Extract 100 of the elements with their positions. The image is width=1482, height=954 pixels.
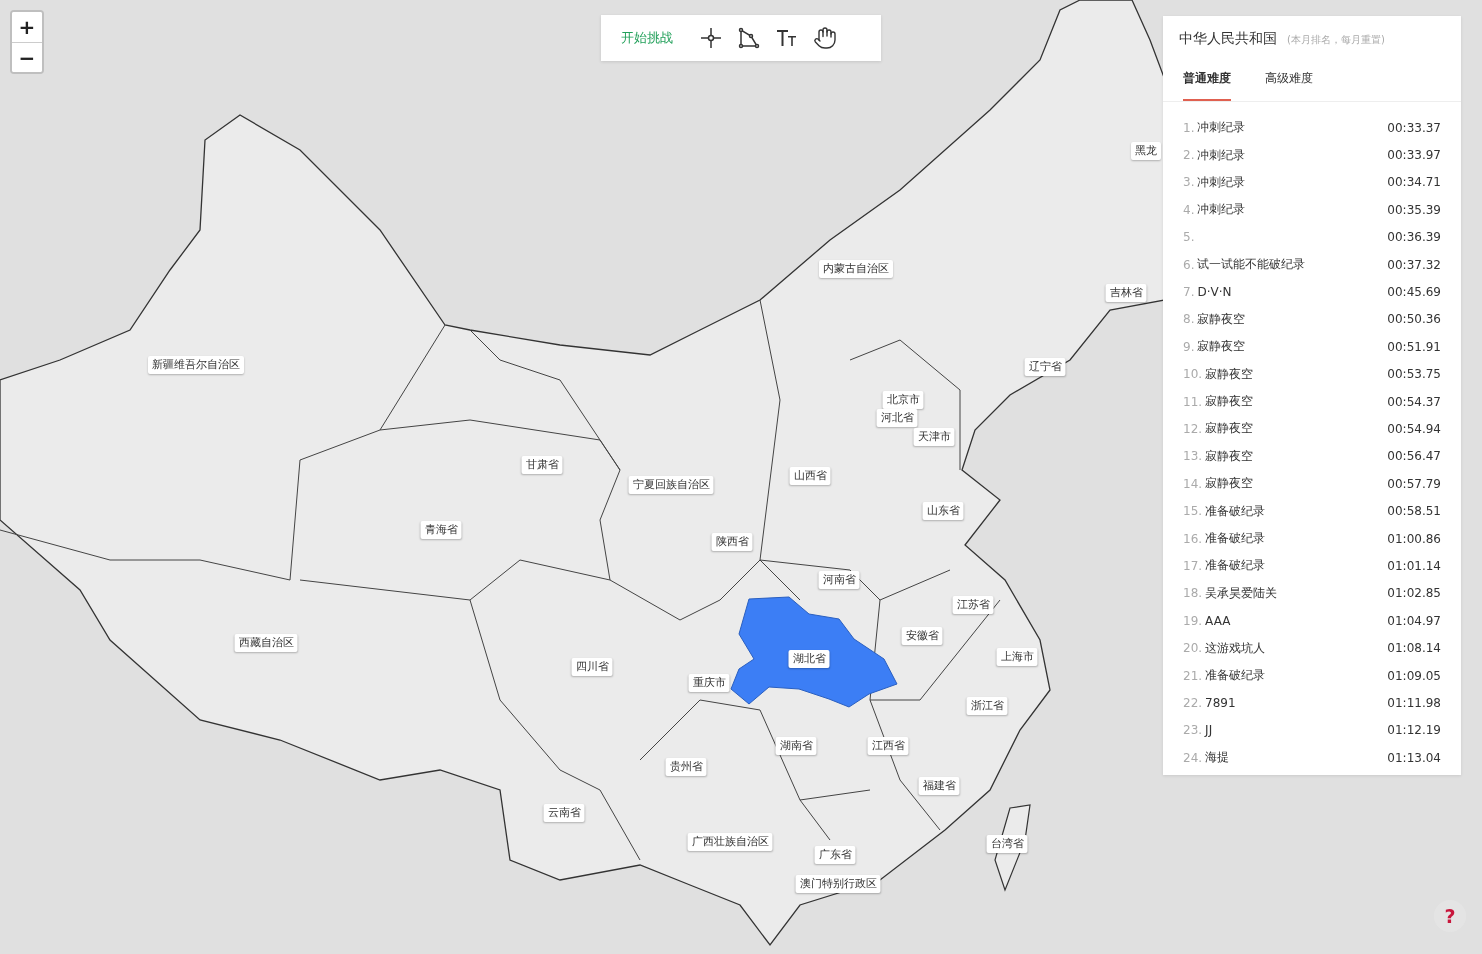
record-time: 00:37.32 [1387, 257, 1441, 272]
province-label: 内蒙古自治区 [819, 260, 893, 278]
player-name: 7891 [1205, 695, 1237, 710]
rank-number: 9. [1183, 339, 1195, 354]
player-name: D·V·N [1197, 285, 1233, 300]
player-name: 冲刺纪录 [1197, 201, 1247, 219]
difficulty-tab[interactable]: 普通难度 [1183, 70, 1231, 101]
player-name: 这游戏坑人 [1205, 639, 1267, 657]
rank-number: 21. [1183, 668, 1203, 683]
player-name: 寂静夜空 [1205, 420, 1255, 438]
selected-province[interactable] [730, 596, 898, 708]
record-time: 01:01.14 [1387, 558, 1441, 573]
province-label: 山西省 [789, 467, 831, 485]
rank-number: 24. [1183, 750, 1203, 765]
record-time: 00:33.37 [1387, 120, 1441, 135]
player-name: 吴承昊爱陆关 [1205, 584, 1279, 602]
province-label: 辽宁省 [1024, 358, 1066, 376]
record-time: 00:33.97 [1387, 148, 1441, 163]
record-time: 00:58.51 [1387, 504, 1441, 519]
crosshair-icon[interactable] [699, 26, 723, 50]
rank-number: 5. [1183, 230, 1195, 245]
record-time: 00:57.79 [1387, 476, 1441, 491]
province-label: 浙江省 [966, 697, 1008, 715]
player-name: 寂静夜空 [1205, 365, 1255, 383]
rank-number: 20. [1183, 641, 1203, 656]
rank-number: 14. [1183, 476, 1203, 491]
province-label: 新疆维吾尔自治区 [148, 356, 244, 374]
record-time: 00:54.37 [1387, 394, 1441, 409]
difficulty-tab[interactable]: 高级难度 [1265, 70, 1313, 101]
record-time: 00:45.69 [1387, 285, 1441, 300]
province-label: 宁夏回族自治区 [628, 476, 714, 494]
record-time: 00:36.39 [1387, 230, 1441, 245]
rank-number: 6. [1183, 257, 1195, 272]
province-label: 安徽省 [901, 627, 943, 645]
province-label: 山东省 [922, 502, 964, 520]
province-label: 四川省 [571, 658, 613, 676]
rank-number: 1. [1183, 120, 1195, 135]
province-label: 台湾省 [986, 835, 1028, 853]
rank-number: 11. [1183, 394, 1203, 409]
province-label: 贵州省 [665, 758, 707, 776]
player-name: AAA [1205, 613, 1232, 628]
player-name: 准备破纪录 [1205, 530, 1267, 548]
province-label: 云南省 [543, 804, 585, 822]
province-label: 甘肃省 [521, 456, 563, 474]
record-time: 00:56.47 [1387, 449, 1441, 464]
player-name: JJ [1205, 723, 1214, 738]
hand-icon[interactable] [813, 26, 837, 50]
province-label: 青海省 [420, 521, 462, 539]
record-time: 00:51.91 [1387, 339, 1441, 354]
province-label: 黑龙 [1131, 142, 1161, 160]
province-label: 广东省 [814, 846, 856, 864]
record-time: 01:09.05 [1387, 668, 1441, 683]
player-name: 准备破纪录 [1205, 557, 1267, 575]
zoom-out-button[interactable]: − [12, 42, 42, 72]
rank-number: 18. [1183, 586, 1203, 601]
rank-number: 7. [1183, 285, 1195, 300]
province-label: 天津市 [913, 428, 955, 446]
rank-number: 19. [1183, 613, 1203, 628]
help-button[interactable]: ? [1434, 900, 1466, 932]
province-label: 江苏省 [952, 596, 994, 614]
province-label: 福建省 [918, 777, 960, 795]
record-time: 01:11.98 [1387, 695, 1441, 710]
player-name: 寂静夜空 [1205, 475, 1255, 493]
record-time: 01:08.14 [1387, 641, 1441, 656]
polygon-icon[interactable] [737, 26, 761, 50]
player-name: 海提 [1205, 749, 1231, 767]
province-label: 陕西省 [711, 533, 753, 551]
record-time: 00:35.39 [1387, 202, 1441, 217]
player-name: 寂静夜空 [1197, 338, 1247, 356]
record-time: 00:50.36 [1387, 312, 1441, 327]
record-time: 00:34.71 [1387, 175, 1441, 190]
record-time: 01:04.97 [1387, 613, 1441, 628]
record-time: 01:00.86 [1387, 531, 1441, 546]
record-time: 00:54.94 [1387, 422, 1441, 436]
rank-number: 17. [1183, 558, 1203, 573]
province-label: 广西壮族自治区 [687, 833, 773, 851]
rank-number: 3. [1183, 175, 1195, 190]
rank-number: 23. [1183, 723, 1203, 738]
province-label: 西藏自治区 [234, 634, 298, 652]
player-name: 准备破纪录 [1205, 502, 1267, 520]
province-label: 吉林省 [1105, 284, 1147, 302]
record-time: 01:12.19 [1387, 723, 1441, 738]
province-label: 湖南省 [775, 737, 817, 755]
rank-number: 13. [1183, 449, 1203, 464]
rank-number: 12. [1183, 422, 1203, 436]
record-time: 01:13.04 [1387, 750, 1441, 765]
rank-number: 22. [1183, 695, 1203, 710]
rank-number: 4. [1183, 202, 1195, 217]
start-challenge-button[interactable]: 开始挑战 [615, 25, 679, 51]
player-name: 试一试能不能破纪录 [1197, 256, 1307, 274]
province-label: 北京市 [882, 391, 924, 409]
province-label: 上海市 [996, 648, 1038, 666]
province-label: 澳门特别行政区 [795, 875, 881, 893]
province-label: 湖北省 [788, 650, 830, 668]
player-name: 准备破纪录 [1205, 667, 1267, 684]
player-name: 寂静夜空 [1197, 310, 1247, 328]
province-label: 河南省 [818, 571, 860, 589]
rank-number: 15. [1183, 504, 1203, 519]
record-time: 01:02.85 [1387, 586, 1441, 601]
rank-number: 16. [1183, 531, 1203, 546]
